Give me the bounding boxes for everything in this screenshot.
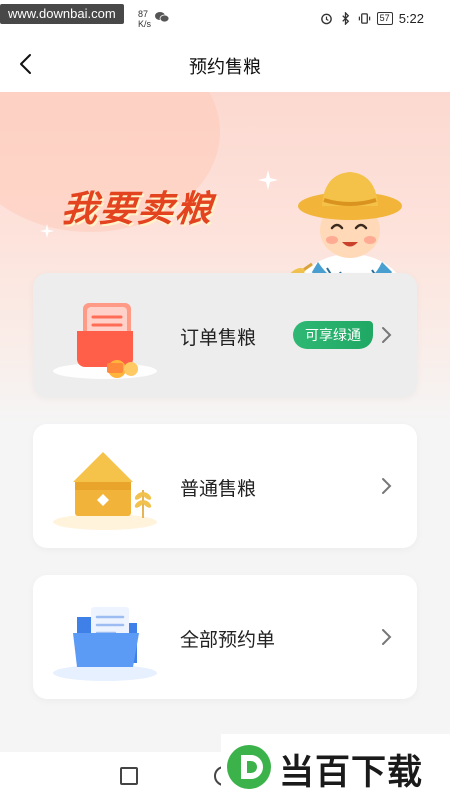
order-sale-label: 订单售粮 bbox=[180, 328, 257, 349]
bluetooth-icon bbox=[341, 11, 349, 25]
all-reservations-card[interactable]: 全部预约单 bbox=[33, 575, 417, 699]
sparkle-icon bbox=[40, 224, 54, 238]
vibrate-icon bbox=[358, 12, 370, 24]
status-bar: www.downbai.com 87 K/s 57 5:22 bbox=[0, 0, 450, 36]
folder-icon bbox=[53, 607, 157, 681]
wechat-icon bbox=[155, 12, 169, 23]
order-sale-card[interactable]: 订单售粮 可享绿通 bbox=[33, 273, 417, 397]
all-reservations-label: 全部预约单 bbox=[180, 630, 276, 651]
clock: 5:22 bbox=[398, 10, 424, 26]
status-icons: 57 5:22 bbox=[320, 8, 424, 28]
hero-title: 我要卖粮 bbox=[59, 189, 216, 230]
header: 预约售粮 bbox=[0, 36, 450, 92]
network-speed: 87 K/s bbox=[138, 9, 152, 29]
chevron-right-icon bbox=[382, 629, 392, 645]
chevron-right-icon bbox=[382, 327, 392, 343]
brand-logo-icon bbox=[227, 745, 271, 789]
green-channel-badge: 可享绿通 bbox=[293, 321, 373, 349]
watermark-brand: 当百下载 bbox=[221, 734, 450, 800]
chevron-right-icon bbox=[382, 478, 392, 494]
grain-silo-icon bbox=[53, 452, 157, 530]
normal-sale-label: 普通售粮 bbox=[180, 479, 257, 500]
battery-icon: 57 bbox=[376, 11, 393, 25]
brand-text: 当百下载 bbox=[279, 753, 424, 793]
recents-square-icon[interactable] bbox=[120, 767, 138, 785]
alarm-icon bbox=[320, 13, 332, 24]
normal-sale-card[interactable]: 普通售粮 bbox=[33, 424, 417, 548]
page-title: 预约售粮 bbox=[189, 57, 261, 77]
order-document-icon bbox=[53, 303, 157, 379]
watermark-url: www.downbai.com bbox=[0, 4, 124, 24]
